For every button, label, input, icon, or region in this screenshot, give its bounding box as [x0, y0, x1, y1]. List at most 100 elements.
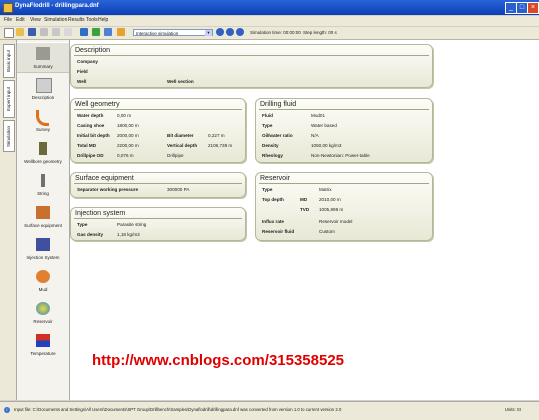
- menu-results[interactable]: Results: [68, 17, 85, 23]
- nav-reservoir[interactable]: Reservoir: [17, 298, 69, 327]
- gas-density-value: 1,18 kg/m3: [117, 232, 140, 237]
- vertical-depth-value: 2106,738 m: [208, 143, 233, 148]
- reservoir-type-label: Type: [262, 187, 273, 192]
- oil-water-ratio-value: N/A: [311, 133, 319, 138]
- stop-icon[interactable]: [236, 28, 244, 36]
- reservoir-group: Reservoir Type Matrix Top depth MD 2010,…: [255, 172, 433, 241]
- help-icon[interactable]: [104, 28, 112, 36]
- nav-panel: Summary Description Survey Wellbore geom…: [17, 40, 70, 400]
- menu-file[interactable]: File: [4, 17, 12, 23]
- density-value: 1050,00 kg/m3: [311, 143, 342, 148]
- tab-basic-input[interactable]: Basic input: [3, 44, 15, 78]
- surface-equipment-icon: [36, 206, 50, 219]
- menu-bar: File Edit View Simulation Results Tools …: [0, 16, 539, 26]
- drillpipe-text: Drillpipe: [167, 153, 184, 158]
- nav-string[interactable]: String: [17, 170, 69, 199]
- drillpipe-od-label: Drillpipe OD: [77, 153, 104, 158]
- nav-survey[interactable]: Survey: [17, 106, 69, 135]
- nav-description[interactable]: Description: [17, 74, 69, 103]
- description-icon: [36, 78, 52, 93]
- side-tabs: Basic input Expert input Simulation: [0, 40, 17, 400]
- reservoir-type-value: Matrix: [319, 187, 332, 192]
- survey-icon: [36, 110, 49, 126]
- step-length: Step length: 00 s: [303, 30, 337, 35]
- injection-system-group: Injection system Type Parasite string Ga…: [70, 207, 246, 241]
- fluid-type-value: Water based: [311, 123, 337, 128]
- pause-icon[interactable]: [226, 28, 234, 36]
- injection-type-label: Type: [77, 222, 88, 227]
- simulation-time: Simulation time: 00:00:00: [250, 30, 301, 35]
- influx-rate-value: Reservoir model: [319, 219, 353, 224]
- bit-diameter-value: 0,227 m: [208, 133, 225, 138]
- warning-icon[interactable]: [117, 28, 125, 36]
- well-geometry-title: Well geometry: [75, 101, 120, 108]
- reservoir-title: Reservoir: [260, 175, 290, 182]
- play-icon[interactable]: [216, 28, 224, 36]
- description-title: Description: [75, 47, 111, 54]
- injection-system-title: Injection system: [75, 210, 126, 217]
- tvd-value: 1005,898 m: [319, 207, 344, 212]
- chevron-down-icon: ▼: [205, 30, 212, 36]
- field-label: Field: [77, 69, 88, 74]
- company-label: Company: [77, 59, 98, 64]
- well-geometry-group: Well geometry Water depth 0,00 m Casing …: [70, 98, 246, 163]
- separator-pressure-label: Separator working pressure: [77, 187, 139, 192]
- nav-mud[interactable]: Mud: [17, 266, 69, 295]
- drilling-fluid-title: Drilling fluid: [260, 101, 297, 108]
- oil-water-ratio-label: Oil/water ratio: [262, 133, 293, 138]
- window-title: DynaFlodrill - drillingpara.dnf: [15, 3, 99, 9]
- status-bar: i Input file: C:\Documents and Settings\…: [0, 401, 539, 420]
- menu-simulation[interactable]: Simulation: [44, 17, 67, 23]
- menu-tools[interactable]: Tools: [86, 17, 98, 23]
- rheology-value: Non-Newtonian: Power-table: [311, 153, 370, 158]
- copy-icon[interactable]: [52, 28, 60, 36]
- md-label: MD: [300, 197, 308, 202]
- save-icon[interactable]: [28, 28, 36, 36]
- menu-edit[interactable]: Edit: [16, 17, 25, 23]
- nav-temperature[interactable]: Temperature: [17, 330, 69, 359]
- drillpipe-od-value: 0,076 m: [117, 153, 134, 158]
- cut-icon[interactable]: [40, 28, 48, 36]
- casing-shoe-value: 1800,00 m: [117, 123, 139, 128]
- initial-bit-depth-label: Initial bit depth: [77, 133, 110, 138]
- tab-expert-input[interactable]: Expert input: [3, 80, 15, 118]
- summary-content: Description Company Field Well Well sect…: [70, 40, 539, 400]
- info-icon: i: [4, 407, 10, 413]
- mode-select[interactable]: Interactive simulation ▼: [133, 29, 213, 36]
- reservoir-fluid-value: Custom: [319, 229, 335, 234]
- md-value: 2010,00 m: [319, 197, 341, 202]
- injection-type-value: Parasite string: [117, 222, 147, 227]
- tab-simulation[interactable]: Simulation: [3, 120, 15, 152]
- drilling-fluid-group: Drilling fluid Fluid Mud01 Type Water ba…: [255, 98, 433, 163]
- initial-bit-depth-value: 2000,00 m: [117, 133, 139, 138]
- mud-drop-icon: [36, 270, 50, 283]
- injection-icon: [36, 238, 50, 251]
- fluid-label: Fluid: [262, 113, 273, 118]
- open-folder-icon[interactable]: [16, 28, 24, 36]
- menu-view[interactable]: View: [30, 17, 41, 23]
- close-button[interactable]: ×: [527, 2, 539, 14]
- string-icon: [41, 174, 45, 187]
- water-depth-value: 0,00 m: [117, 113, 132, 118]
- check-icon[interactable]: [92, 28, 100, 36]
- water-depth-label: Water depth: [77, 113, 104, 118]
- summary-icon: [36, 47, 50, 60]
- new-file-icon[interactable]: [4, 28, 14, 38]
- well-label: Well: [77, 79, 87, 84]
- tools-icon[interactable]: [80, 28, 88, 36]
- total-md-label: Total MD: [77, 143, 97, 148]
- nav-wellbore-geometry[interactable]: Wellbore geometry: [17, 138, 69, 167]
- top-depth-label: Top depth: [262, 197, 284, 202]
- nav-surface-equipment[interactable]: Surface equipment: [17, 202, 69, 231]
- nav-injection-system[interactable]: Injection System: [17, 234, 69, 263]
- status-message: Input file: C:\Documents and Settings\Al…: [14, 407, 342, 412]
- influx-rate-label: Influx rate: [262, 219, 284, 224]
- temperature-icon: [36, 334, 50, 347]
- description-group: Description Company Field Well Well sect…: [70, 44, 433, 88]
- app-icon: [3, 3, 13, 13]
- menu-help[interactable]: Help: [98, 17, 108, 23]
- paste-icon[interactable]: [64, 28, 72, 36]
- nav-summary[interactable]: Summary: [17, 42, 69, 73]
- wellbore-icon: [39, 142, 47, 155]
- density-label: Density: [262, 143, 279, 148]
